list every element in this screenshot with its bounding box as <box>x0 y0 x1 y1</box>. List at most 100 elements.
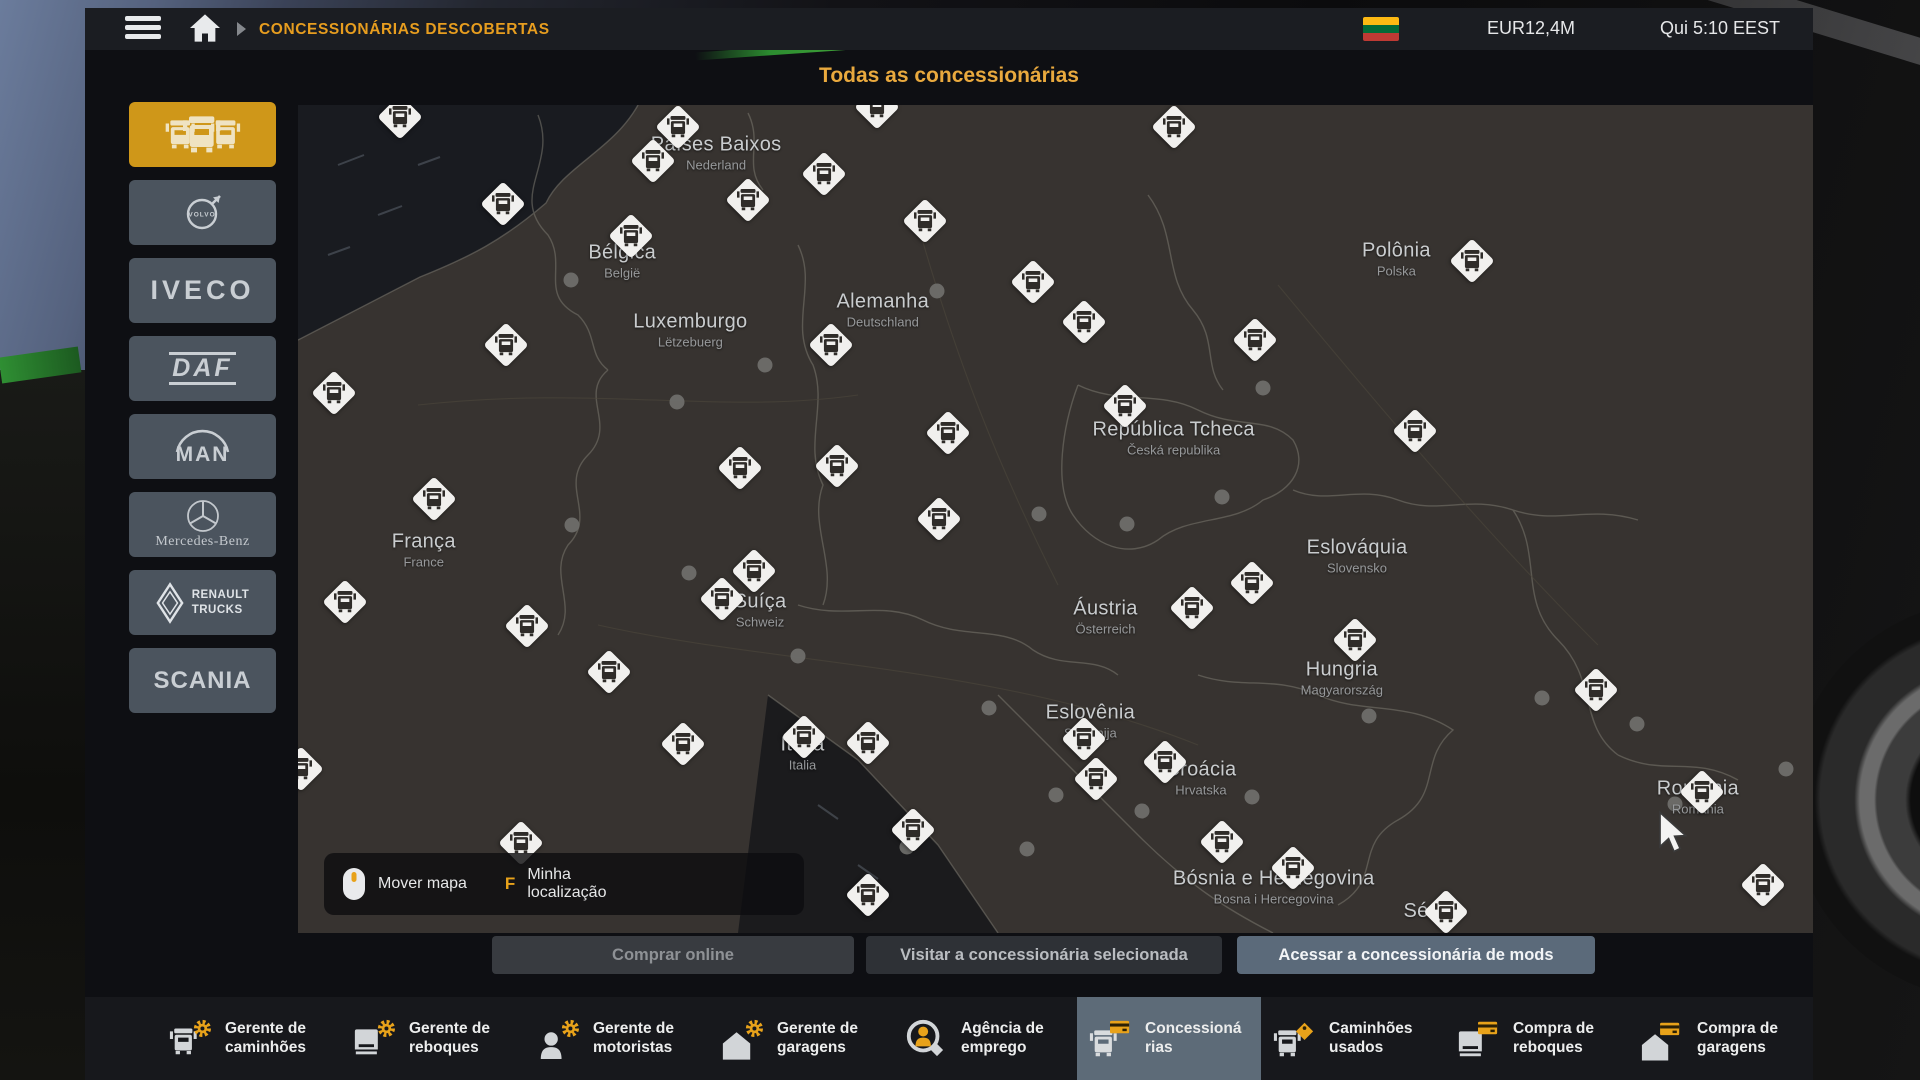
brand-filter-scania[interactable]: SCANIA <box>129 648 276 713</box>
visit-dealer-button[interactable]: Visitar a concessionária selecionada <box>866 936 1222 974</box>
dealer-marker[interactable] <box>1145 742 1185 782</box>
dealer-marker[interactable] <box>633 141 673 181</box>
dealer-marker[interactable] <box>325 582 365 622</box>
dealer-marker[interactable] <box>857 105 897 127</box>
dealer-truck-icon <box>1461 249 1483 273</box>
dealer-card-icon <box>1087 1017 1133 1061</box>
dealer-marker[interactable] <box>848 875 888 915</box>
dealer-marker[interactable] <box>1013 262 1053 302</box>
dealer-marker[interactable] <box>414 479 454 519</box>
dealer-truck-icon <box>1241 571 1263 595</box>
dealer-marker[interactable] <box>734 551 774 591</box>
employment-agency-icon <box>903 1017 949 1061</box>
dealer-marker[interactable] <box>1395 411 1435 451</box>
dealer-truck-icon <box>672 732 694 756</box>
dealer-marker[interactable] <box>720 448 760 488</box>
nav-item-used-trucks[interactable]: Caminhões usados <box>1261 997 1445 1080</box>
dealer-truck-icon <box>510 831 532 855</box>
nav-item-trailer-purchase[interactable]: Compra de reboques <box>1445 997 1629 1080</box>
dealer-marker[interactable] <box>1064 302 1104 342</box>
menu-icon[interactable] <box>125 16 163 43</box>
page-title: Todas as concessionárias <box>85 64 1813 88</box>
dealer-marker[interactable] <box>1452 241 1492 281</box>
dealer-truck-icon <box>1585 678 1607 702</box>
dealer-marker[interactable] <box>848 723 888 763</box>
mercedes-logo: Mercedes-Benz <box>155 499 249 550</box>
dealer-marker[interactable] <box>893 810 933 850</box>
dealer-marker[interactable] <box>589 652 629 692</box>
brand-filter-iveco[interactable]: IVECO <box>129 258 276 323</box>
dealer-marker[interactable] <box>1235 320 1275 360</box>
brand-filter-all[interactable] <box>129 102 276 167</box>
breadcrumb: CONCESSIONÁRIAS DESCOBERTAS <box>259 21 550 39</box>
dealer-marker[interactable] <box>905 201 945 241</box>
dealer-marker[interactable] <box>1076 759 1116 799</box>
dealer-truck-icon <box>826 454 848 478</box>
dealer-marker[interactable] <box>928 413 968 453</box>
dealer-marker[interactable] <box>811 325 851 365</box>
dealer-marker[interactable] <box>1273 848 1313 888</box>
driver-gear-icon <box>535 1017 581 1061</box>
nav-item-dealers[interactable]: Concessioná rias <box>1077 997 1261 1080</box>
dealer-marker[interactable] <box>1172 588 1212 628</box>
dealer-truck-icon <box>937 421 959 445</box>
background-bus <box>0 370 95 1080</box>
dealer-marker[interactable] <box>486 325 526 365</box>
renault-logo: RENAULT TRUCKS <box>156 581 250 625</box>
dealer-truck-icon <box>729 456 751 480</box>
dealer-marker[interactable] <box>1426 892 1466 932</box>
dealer-truck-icon <box>298 757 312 781</box>
nav-item-employment-agency[interactable]: Agência de emprego <box>893 997 1077 1080</box>
brand-filter-man[interactable]: MAN <box>129 414 276 479</box>
nav-item-garage-manager[interactable]: Gerente de garagens <box>709 997 893 1080</box>
dealer-marker[interactable] <box>1743 865 1783 905</box>
brand-filter-mercedes[interactable]: Mercedes-Benz <box>129 492 276 557</box>
my-location-label: Minha localização <box>527 866 606 903</box>
mouse-icon <box>342 867 366 901</box>
dealer-marker[interactable] <box>314 373 354 413</box>
nav-item-garage-purchase[interactable]: Compra de garagens <box>1629 997 1813 1080</box>
dealer-truck-icon <box>620 224 642 248</box>
dealer-marker[interactable] <box>1232 563 1272 603</box>
dealer-marker[interactable] <box>507 606 547 646</box>
dealer-marker[interactable] <box>1202 822 1242 862</box>
dealer-marker[interactable] <box>1105 386 1145 426</box>
dealer-marker[interactable] <box>1682 772 1722 812</box>
dealer-marker[interactable] <box>298 749 321 789</box>
dealer-marker[interactable] <box>663 724 703 764</box>
dealer-truck-icon <box>1244 328 1266 352</box>
trailer-gear-icon <box>351 1017 397 1061</box>
dealer-truck-icon <box>334 590 356 614</box>
volvo-logo-icon: VOLVO <box>179 189 227 237</box>
dealer-marker[interactable] <box>483 184 523 224</box>
money-display: EUR12,4M <box>1465 18 1575 39</box>
dealer-marker[interactable] <box>380 105 420 137</box>
dealer-marker[interactable] <box>1064 719 1104 759</box>
top-bar: CONCESSIONÁRIAS DESCOBERTAS EUR12,4M Qui… <box>85 8 1813 50</box>
nav-item-trailer-manager[interactable]: Gerente de reboques <box>341 997 525 1080</box>
dealer-marker[interactable] <box>611 216 651 256</box>
dealer-marker[interactable] <box>1154 107 1194 147</box>
dealer-marker[interactable] <box>817 446 857 486</box>
dealer-marker[interactable] <box>919 499 959 539</box>
home-icon[interactable] <box>187 13 223 45</box>
dealer-marker[interactable] <box>728 180 768 220</box>
mods-dealer-button[interactable]: Acessar a concessionária de mods <box>1237 936 1595 974</box>
nav-item-truck-manager[interactable]: Gerente de caminhões <box>157 997 341 1080</box>
map-view[interactable]: Países Baixos Nederland Bélgica België L… <box>298 105 1813 933</box>
brand-filter-volvo[interactable]: VOLVO <box>129 180 276 245</box>
brand-filter-renault[interactable]: RENAULT TRUCKS <box>129 570 276 635</box>
dealer-truck-icon <box>1211 830 1233 854</box>
brand-filter-daf[interactable]: DAF <box>129 336 276 401</box>
dealer-marker[interactable] <box>1576 670 1616 710</box>
lithuania-flag-icon <box>1363 17 1399 41</box>
nav-item-driver-manager[interactable]: Gerente de motoristas <box>525 997 709 1080</box>
dealer-truck-icon <box>902 818 924 842</box>
dealer-marker[interactable] <box>1335 620 1375 660</box>
dealer-marker[interactable] <box>804 154 844 194</box>
dealer-marker[interactable] <box>784 717 824 757</box>
buy-online-button[interactable]: Comprar online <box>492 936 854 974</box>
dealer-truck-icon <box>1282 856 1304 880</box>
move-map-label: Mover mapa <box>378 875 467 893</box>
dealer-truck-icon <box>598 660 620 684</box>
